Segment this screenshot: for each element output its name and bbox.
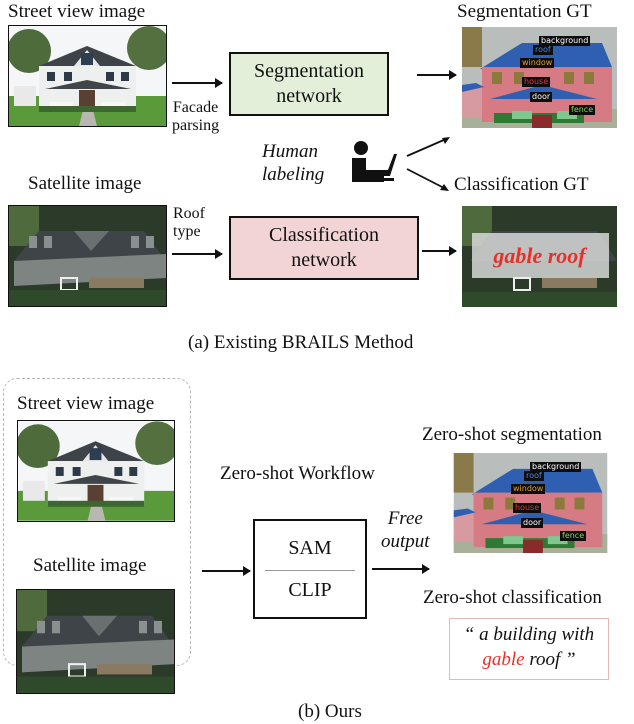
model-divider <box>265 570 355 571</box>
segmentation-network-line-2: network <box>276 85 342 107</box>
street-view-label-b: Street view image <box>17 393 155 414</box>
zero-shot-classification-label: Zero-shot classification <box>423 587 602 608</box>
arrow-roof-type <box>172 249 223 259</box>
street-view-image-b <box>17 420 175 522</box>
clip-label: CLIP <box>288 579 332 601</box>
seg-tag-window: window <box>520 58 555 68</box>
zs-seg-tag-roof: roof <box>524 471 544 481</box>
facade-parsing-label: Facade parsing <box>172 99 219 136</box>
arrow-inputs-to-model <box>202 566 251 576</box>
classification-network-box: Classification network <box>229 216 419 280</box>
roof-type-line-1: Roof <box>173 205 205 222</box>
zero-shot-segmentation-image: background roof window house door fence <box>453 453 608 553</box>
free-output-line-1: Free <box>387 508 423 529</box>
arrow-to-classification-gt <box>422 246 457 256</box>
facade-parsing-line-1: Facade <box>172 99 219 116</box>
sam-clip-box: SAM CLIP <box>253 519 367 619</box>
satellite-label-a: Satellite image <box>28 173 142 194</box>
output-line-2: gable roof ” <box>450 648 608 673</box>
zs-seg-tag-door: door <box>521 518 544 528</box>
human-labeling-line-2: labeling <box>262 164 325 186</box>
roof-type-label: Roof type <box>173 205 205 242</box>
seg-tag-house: house <box>522 77 551 87</box>
classification-gt-image: gable roof <box>462 206 617 307</box>
segmentation-network-line-1: Segmentation <box>254 60 364 82</box>
zs-seg-tag-window: window <box>511 484 546 494</box>
seg-tag-fence: fence <box>569 105 596 115</box>
seg-tag-roof: roof <box>533 45 553 55</box>
classification-gt-label: Classification GT <box>454 174 589 195</box>
output-highlight-gable: gable <box>482 648 525 670</box>
satellite-image-b <box>16 589 175 694</box>
arrow-facade-parsing <box>172 78 223 88</box>
human-labeling-line-1: Human <box>262 141 318 162</box>
free-output-line-2: output <box>381 530 430 552</box>
output-line-2-rest: roof ” <box>524 648 576 670</box>
sam-label: SAM <box>288 537 332 559</box>
labeling-arrows <box>406 137 450 191</box>
satellite-image-a <box>8 205 167 307</box>
caption-b: (b) Ours <box>298 701 362 722</box>
zero-shot-segmentation-label: Zero-shot segmentation <box>422 424 602 445</box>
workflow-title: Zero-shot Workflow <box>220 463 375 484</box>
free-output-label: Free output <box>381 508 430 554</box>
classification-network-line-1: Classification <box>269 224 379 246</box>
person-at-laptop-icon <box>350 140 400 186</box>
street-view-label-a: Street view image <box>8 1 146 22</box>
segmentation-gt-image: background roof window house door fence <box>462 27 617 128</box>
zs-seg-tag-fence: fence <box>560 531 587 541</box>
caption-a: (a) Existing BRAILS Method <box>188 332 414 353</box>
arrow-to-segmentation-gt <box>417 70 457 80</box>
classification-network-line-2: network <box>291 249 357 271</box>
street-view-image-a <box>8 25 167 127</box>
zero-shot-classification-output: “ a building with gable roof ” <box>449 618 609 680</box>
segmentation-network-box: Segmentation network <box>229 52 389 116</box>
human-labeling-label: Human labeling <box>262 140 324 186</box>
satellite-label-b: Satellite image <box>33 555 147 576</box>
roof-type-line-2: type <box>173 223 201 241</box>
facade-parsing-line-2: parsing <box>172 117 220 135</box>
output-line-1: “ a building with <box>463 624 595 645</box>
seg-tag-door: door <box>530 92 553 102</box>
zs-seg-tag-house: house <box>513 503 542 513</box>
segmentation-gt-label: Segmentation GT <box>457 1 592 22</box>
gable-roof-overlay: gable roof <box>493 243 586 268</box>
arrow-to-outputs <box>372 564 430 574</box>
